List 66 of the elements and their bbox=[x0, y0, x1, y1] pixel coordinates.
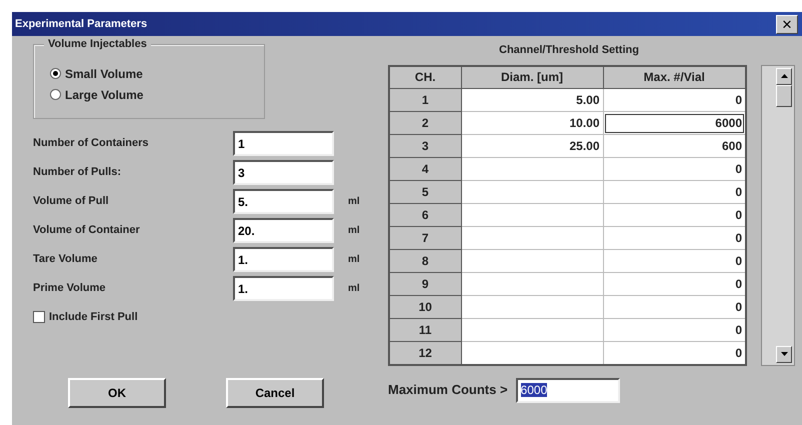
scroll-thumb[interactable] bbox=[776, 84, 792, 106]
table-cell[interactable]: 0 bbox=[603, 158, 746, 180]
scrollbar[interactable] bbox=[761, 64, 795, 366]
input-field[interactable]: 20. bbox=[233, 218, 334, 243]
row-header: 2 bbox=[389, 112, 461, 134]
close-button[interactable]: × bbox=[776, 14, 798, 34]
checkbox[interactable] bbox=[33, 311, 45, 324]
field-label: Number of Containers bbox=[33, 136, 150, 152]
unit-label: ml bbox=[348, 282, 360, 296]
table-cell[interactable]: 0 bbox=[603, 318, 746, 342]
table-cell[interactable]: 6000 bbox=[603, 112, 746, 134]
table-cell[interactable]: 0 bbox=[603, 342, 746, 364]
table-cell[interactable]: 5.00 bbox=[461, 88, 603, 112]
row-header: 6 bbox=[389, 204, 461, 226]
input-field[interactable]: 1. bbox=[233, 247, 334, 272]
row-header: 11 bbox=[389, 318, 461, 342]
field-label: Number of Pulls: bbox=[33, 165, 122, 180]
group-title: Volume Injectables bbox=[44, 36, 151, 52]
unit-label: ml bbox=[348, 253, 360, 267]
input-field[interactable]: 5. bbox=[233, 189, 334, 214]
window-title: Experimental Parameters bbox=[15, 16, 148, 32]
row-header: 1 bbox=[389, 88, 461, 112]
column-header: CH. bbox=[389, 66, 461, 88]
row-header: 5 bbox=[389, 180, 461, 204]
table-cell[interactable]: 600 bbox=[603, 134, 746, 158]
input-field[interactable]: 1 bbox=[233, 131, 334, 156]
checkbox-label[interactable]: Include First Pull bbox=[49, 309, 138, 326]
table-cell[interactable]: 0 bbox=[603, 296, 746, 318]
table-cell[interactable]: 10.00 bbox=[461, 112, 603, 134]
ok-button[interactable]: OK bbox=[68, 378, 166, 408]
radio-button[interactable] bbox=[50, 68, 61, 79]
row-header: 3 bbox=[389, 134, 461, 158]
input-field[interactable]: 3 bbox=[233, 160, 334, 185]
radio-label[interactable]: Small Volume bbox=[65, 64, 143, 82]
row-header: 12 bbox=[389, 342, 461, 364]
row-header: 8 bbox=[389, 250, 461, 272]
down-arrow-icon bbox=[780, 352, 788, 356]
row-header: 7 bbox=[389, 226, 461, 250]
scroll-up-button[interactable] bbox=[776, 68, 792, 84]
field-label: Prime Volume bbox=[33, 281, 107, 296]
table-cell[interactable]: 0 bbox=[603, 250, 746, 272]
unit-label: ml bbox=[348, 195, 360, 209]
table-cell[interactable]: 0 bbox=[603, 204, 746, 226]
table-cell[interactable]: 0 bbox=[603, 88, 746, 112]
field-label: Maximum Counts > bbox=[388, 381, 508, 400]
table-cell[interactable]: 0 bbox=[603, 272, 746, 296]
row-header: 9 bbox=[389, 272, 461, 296]
scroll-down-button[interactable] bbox=[776, 346, 792, 362]
row-header: 10 bbox=[389, 296, 461, 318]
table-title: Channel/Threshold Setting bbox=[498, 43, 640, 58]
input-field[interactable]: 1. bbox=[233, 276, 334, 301]
radio-label[interactable]: Large Volume bbox=[65, 86, 144, 104]
column-header: Diam. [um] bbox=[461, 66, 603, 88]
cancel-button[interactable]: Cancel bbox=[226, 378, 324, 408]
column-header: Max. #/Vial bbox=[603, 66, 746, 88]
field-label: Tare Volume bbox=[33, 252, 98, 268]
table-cell[interactable]: 0 bbox=[603, 180, 746, 204]
input-field[interactable]: 6000 bbox=[516, 378, 620, 402]
unit-label: ml bbox=[348, 224, 360, 238]
field-label: Volume of Pull bbox=[33, 194, 110, 210]
field-label: Volume of Container bbox=[33, 223, 141, 238]
table-cell[interactable]: 0 bbox=[603, 226, 746, 250]
radio-button[interactable] bbox=[50, 89, 61, 100]
up-arrow-icon bbox=[780, 74, 788, 78]
table-cell[interactable]: 25.00 bbox=[461, 134, 603, 158]
row-header: 4 bbox=[389, 158, 461, 180]
